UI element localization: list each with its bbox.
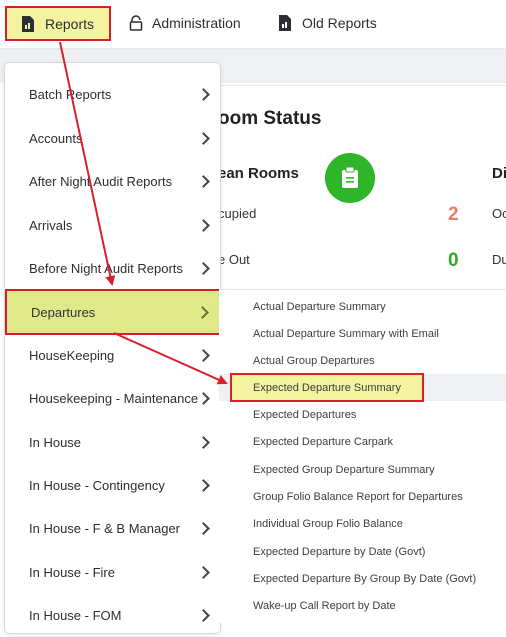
submenu-item-label: Expected Departure Carpark (253, 435, 394, 448)
card-title: oom Status (218, 108, 322, 129)
menu-item-label: In House - FOM (29, 608, 122, 623)
chevron-right-icon (197, 219, 210, 232)
submenu-item-wake-up-call-report[interactable]: Wake-up Call Report by Date (219, 592, 506, 619)
chevron-right-icon (196, 305, 209, 319)
submenu-item-expected-departure-by-group-by-date[interactable]: Expected Departure By Group By Date (Gov… (219, 565, 506, 592)
menu-item-label: In House - F & B Manager (29, 521, 181, 536)
submenu-item-expected-departure-summary[interactable]: Expected Departure Summary (219, 373, 506, 402)
submenu-item-label: Expected Departure by Date (Govt) (253, 545, 426, 558)
menu-item-arrivals[interactable]: Arrivals (5, 204, 220, 247)
submenu-item-label: Wake-up Call Report by Date (253, 599, 396, 612)
submenu-item-expected-group-departure-summary[interactable]: Expected Group Departure Summary (219, 456, 506, 483)
submenu-item-label: Individual Group Folio Balance (253, 517, 403, 530)
submenu-item-label: Expected Group Departure Summary (253, 463, 435, 476)
menu-item-accounts[interactable]: Accounts (5, 117, 220, 160)
due-out-label: e Out (218, 252, 250, 267)
occupied-label: cupied (218, 206, 257, 221)
report-icon (278, 15, 294, 31)
chevron-right-icon (197, 175, 210, 188)
clipboard-check-icon (325, 153, 375, 203)
due-out-value: 0 (448, 250, 459, 271)
chevron-right-icon (197, 479, 210, 492)
nav-old-reports[interactable]: Old Reports (278, 8, 377, 38)
menu-item-housekeeping-maintenance[interactable]: Housekeeping - Maintenance (5, 377, 220, 420)
clean-rooms-title: ean Rooms (218, 165, 299, 182)
menu-item-label: Housekeeping - Maintenance (29, 391, 199, 406)
menu-item-batch-reports[interactable]: Batch Reports (5, 73, 220, 116)
menu-item-in-house[interactable]: In House (5, 421, 220, 464)
top-navigation: Reports Administration Old Reports (0, 0, 506, 49)
dirty-rooms-title: Di (492, 165, 506, 182)
room-status-card: oom Status ean Rooms Di cupied 2 Oc e Ou… (218, 85, 506, 296)
menu-item-label: Batch Reports (29, 87, 112, 102)
submenu-item-individual-group-folio-balance[interactable]: Individual Group Folio Balance (219, 510, 506, 537)
menu-item-label: Accounts (29, 131, 83, 146)
reports-menu: Batch Reports Accounts After Night Audit… (4, 62, 223, 637)
submenu-item-expected-departures[interactable]: Expected Departures (219, 401, 506, 428)
chevron-right-icon (197, 132, 210, 145)
menu-item-in-house-fire[interactable]: In House - Fire (5, 551, 220, 594)
menu-item-label: Before Night Audit Reports (29, 261, 183, 276)
chevron-right-icon (197, 392, 210, 405)
menu-item-housekeeping[interactable]: HouseKeeping (5, 334, 220, 377)
nav-old-reports-label: Old Reports (302, 15, 377, 31)
chevron-right-icon (197, 262, 210, 275)
menu-item-label: After Night Audit Reports (29, 174, 173, 189)
lock-icon (128, 15, 144, 31)
submenu-item-label: Actual Group Departures (253, 354, 375, 367)
chevron-right-icon (197, 566, 210, 579)
chevron-right-icon (197, 436, 210, 449)
menu-item-departures[interactable]: Departures (5, 289, 223, 335)
submenu-item-actual-group-departures[interactable]: Actual Group Departures (219, 347, 506, 374)
menu-item-label: HouseKeeping (29, 348, 115, 363)
report-icon (21, 15, 37, 32)
nav-administration-label: Administration (152, 15, 241, 31)
due-out-right-label: Du (492, 252, 506, 267)
menu-item-label: In House - Fire (29, 565, 115, 580)
submenu-item-label: Group Folio Balance Report for Departure… (253, 490, 463, 503)
submenu-item-actual-departure-summary-email[interactable]: Actual Departure Summary with Email (219, 320, 506, 347)
submenu-item-label: Expected Departure By Group By Date (Gov… (253, 572, 477, 585)
chevron-right-icon (197, 522, 210, 535)
menu-item-in-house-fb-manager[interactable]: In House - F & B Manager (5, 507, 220, 550)
nav-administration[interactable]: Administration (128, 8, 241, 38)
menu-item-label: Departures (31, 304, 96, 320)
submenu-item-label: Actual Departure Summary (253, 300, 386, 313)
nav-reports-label: Reports (45, 15, 95, 32)
nav-reports[interactable]: Reports (5, 6, 111, 41)
submenu-item-label: Expected Departures (253, 408, 357, 421)
chevron-right-icon (197, 609, 210, 622)
menu-item-in-house-fom[interactable]: In House - FOM (5, 594, 220, 637)
chevron-right-icon (197, 349, 210, 362)
chevron-right-icon (197, 88, 210, 101)
departures-submenu: Actual Departure Summary Actual Departur… (219, 289, 506, 623)
menu-item-label: Arrivals (29, 218, 73, 233)
menu-item-label: In House - Contingency (29, 478, 165, 493)
occupied-right-label: Oc (492, 206, 506, 221)
submenu-item-label: Actual Departure Summary with Email (253, 327, 439, 340)
occupied-value: 2 (448, 204, 459, 225)
submenu-item-expected-departure-by-date[interactable]: Expected Departure by Date (Govt) (219, 538, 506, 565)
menu-item-after-night-audit[interactable]: After Night Audit Reports (5, 160, 220, 203)
menu-item-label: In House (29, 435, 82, 450)
menu-item-before-night-audit[interactable]: Before Night Audit Reports (5, 247, 220, 290)
submenu-item-actual-departure-summary[interactable]: Actual Departure Summary (219, 293, 506, 320)
submenu-item-expected-departure-carpark[interactable]: Expected Departure Carpark (219, 428, 506, 455)
submenu-item-group-folio-balance[interactable]: Group Folio Balance Report for Departure… (219, 483, 506, 510)
menu-item-in-house-contingency[interactable]: In House - Contingency (5, 464, 220, 507)
submenu-item-label: Expected Departure Summary (253, 381, 401, 394)
